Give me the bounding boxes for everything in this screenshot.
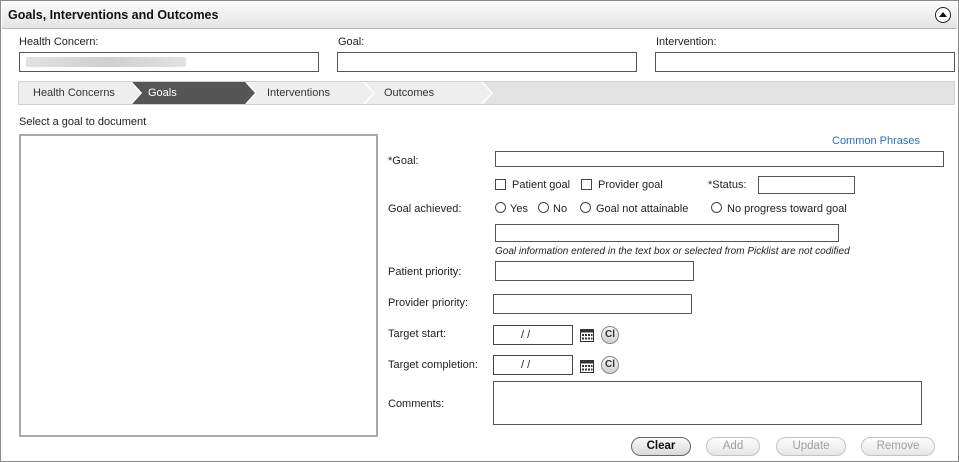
comments-label: Comments: — [388, 398, 445, 410]
achieved-yes-radio[interactable] — [495, 202, 506, 213]
calendar-icon[interactable] — [580, 328, 594, 342]
collapse-icon[interactable] — [935, 7, 951, 23]
achieved-no-progress-label: No progress toward goal — [727, 203, 847, 215]
goal-summary-label: Goal: — [338, 36, 365, 48]
achieved-no-radio[interactable] — [538, 202, 549, 213]
goal-achieved-label: Goal achieved: — [388, 203, 462, 215]
achieved-yes-label: Yes — [510, 203, 528, 215]
target-completion-label: Target completion: — [388, 359, 478, 371]
intervention-summary-label: Intervention: — [656, 36, 717, 48]
clear-date-icon[interactable]: Cl — [601, 326, 619, 344]
achieved-not-attainable-radio[interactable] — [580, 202, 591, 213]
step-breadcrumb: Health Concerns Goals Interventions Outc… — [18, 81, 955, 105]
patient-goal-checkbox[interactable] — [495, 179, 506, 190]
step-outcomes[interactable]: Outcomes — [370, 82, 434, 104]
target-start-label: Target start: — [388, 328, 447, 340]
target-start-input[interactable]: / / — [493, 325, 573, 345]
panel-header: Goals, Interventions and Outcomes — [2, 2, 957, 29]
health-concern-field[interactable] — [19, 52, 319, 72]
goals-panel: Goals, Interventions and Outcomes Health… — [0, 0, 959, 462]
goal-list-instruction: Select a goal to document — [19, 116, 147, 128]
step-interventions[interactable]: Interventions — [253, 82, 330, 104]
clear-button[interactable]: Clear — [631, 437, 691, 456]
goal-list[interactable] — [19, 134, 378, 437]
calendar-icon[interactable] — [580, 359, 594, 373]
redacted-value — [26, 57, 186, 67]
provider-goal-label: Provider goal — [598, 179, 663, 191]
panel-title: Goals, Interventions and Outcomes — [8, 8, 219, 22]
clear-date-icon[interactable]: Cl — [601, 356, 619, 374]
target-completion-input[interactable]: / / — [493, 355, 573, 375]
goal-input[interactable] — [495, 151, 944, 167]
patient-goal-label: Patient goal — [512, 179, 571, 191]
intervention-summary-field[interactable] — [655, 52, 955, 72]
achieved-no-progress-radio[interactable] — [711, 202, 722, 213]
common-phrases-link[interactable]: Common Phrases — [832, 135, 920, 147]
goal-label: *Goal: — [388, 155, 419, 167]
achieved-not-attainable-label: Goal not attainable — [596, 203, 689, 215]
patient-priority-select[interactable] — [495, 261, 694, 281]
status-label: *Status: — [708, 179, 747, 191]
health-concern-label: Health Concern: — [19, 36, 99, 48]
add-button[interactable]: Add — [706, 437, 760, 456]
codified-note: Goal information entered in the text box… — [495, 246, 850, 257]
status-select[interactable] — [758, 176, 855, 194]
patient-priority-label: Patient priority: — [388, 266, 462, 278]
provider-priority-select[interactable] — [493, 294, 692, 314]
achieved-no-label: No — [553, 203, 568, 215]
remove-button[interactable]: Remove — [861, 437, 935, 456]
goal-achieved-text[interactable] — [495, 224, 839, 242]
provider-goal-checkbox[interactable] — [581, 179, 592, 190]
step-goals[interactable]: Goals — [134, 82, 177, 104]
update-button[interactable]: Update — [776, 437, 846, 456]
goal-summary-field[interactable] — [337, 52, 637, 72]
provider-priority-label: Provider priority: — [388, 297, 469, 309]
step-health-concerns[interactable]: Health Concerns — [19, 82, 115, 104]
comments-textarea[interactable] — [493, 381, 922, 425]
